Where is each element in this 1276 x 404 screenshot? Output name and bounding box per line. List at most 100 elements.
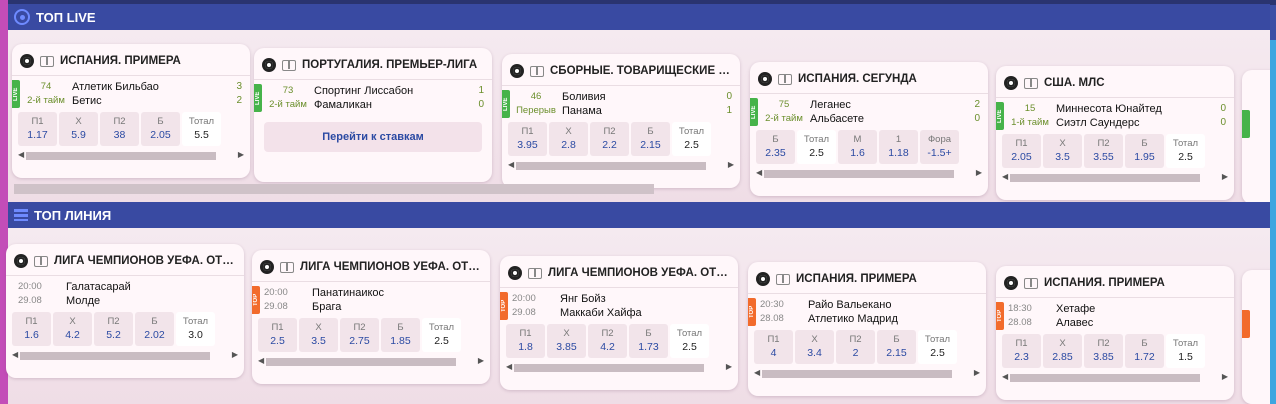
match-card[interactable]: ИСПАНИЯ. ПРИМЕРА TOP 20:30 28.08 Райо Вальек… [748,262,986,396]
field-icon[interactable] [528,267,542,279]
odd-cell[interactable]: П1 1.8 [506,324,545,358]
scroll-left-arrow-icon[interactable]: ◀ [12,350,18,359]
scroll-left-arrow-icon[interactable]: ◀ [258,356,264,365]
odd-cell[interactable]: Б 2.15 [877,330,916,364]
odd-cell[interactable]: Х 3.85 [547,324,586,358]
odd-cell[interactable]: Тотал 2.5 [797,130,836,164]
odds-scrollbar[interactable]: ◀ ▶ [1002,372,1228,384]
scroll-thumb[interactable] [1010,374,1200,382]
scroll-right-arrow-icon[interactable]: ▶ [726,362,732,371]
odd-cell[interactable]: Фора -1.5+ [920,130,959,164]
scroll-right-arrow-icon[interactable]: ▶ [478,356,484,365]
odd-cell[interactable]: Х 4.2 [53,312,92,346]
match-row[interactable]: TOP 20:00 29.08 Панатинаикос Брага [252,282,490,318]
odd-cell[interactable]: Х 3.4 [795,330,834,364]
odd-cell[interactable]: Б 2.35 [756,130,795,164]
match-card[interactable]: ИСПАНИЯ. ПРИМЕРА TOP 18:30 28.08 Хетафе Алаве… [996,266,1234,400]
field-icon[interactable] [778,73,792,85]
league-name[interactable]: ИСПАНИЯ. ПРИМЕРА [1044,277,1165,289]
odd-cell[interactable]: Б 1.73 [629,324,668,358]
field-icon[interactable] [1024,277,1038,289]
odd-cell[interactable]: М 1.6 [838,130,877,164]
odds-scrollbar[interactable]: ◀ ▶ [754,368,980,380]
odd-cell[interactable]: Б 1.95 [1125,134,1164,168]
field-icon[interactable] [1024,77,1038,89]
odd-cell[interactable]: Тотал 1.5 [1166,334,1205,368]
match-card[interactable]: ПОРТУГАЛИЯ. ПРЕМЬЕР-ЛИГА LIVE 73 2-й тайм Сп… [254,48,492,182]
scroll-thumb[interactable] [26,152,216,160]
odd-cell[interactable]: П2 2 [836,330,875,364]
odd-cell[interactable]: П1 1.17 [18,112,57,146]
match-card[interactable]: ИСПАНИЯ. ПРИМЕРА LIVE 74 2-й тайм Атлетик Би… [12,44,250,178]
odd-cell[interactable]: П1 4 [754,330,793,364]
match-row[interactable]: LIVE 75 2-й тайм Леганес Альбасете 2 0 [750,94,988,130]
match-row[interactable]: TOP 20:30 28.08 Райо Вальекано Атлетико Мадр… [748,294,986,330]
scroll-right-arrow-icon[interactable]: ▶ [976,168,982,177]
scroll-right-arrow-icon[interactable]: ▶ [238,150,244,159]
league-name[interactable]: СБОРНЫЕ. ТОВАРИЩЕСКИЕ М... [550,65,732,77]
odd-cell[interactable]: Тотал 3.0 [176,312,215,346]
odd-cell[interactable]: 1 1.18 [879,130,918,164]
odd-cell[interactable]: Х 2.8 [549,122,588,156]
match-card[interactable]: ЛИГА ЧЕМПИОНОВ УЕФА. ОТБОРО... 20:00 29.08… [6,244,244,378]
scroll-thumb[interactable] [762,370,952,378]
field-icon[interactable] [282,59,296,71]
odd-cell[interactable]: П1 1.6 [12,312,51,346]
match-card[interactable]: США. МЛС LIVE 15 1-й тайм Миннесота Юнайтед С… [996,66,1234,200]
odd-cell[interactable]: Х 3.5 [299,318,338,352]
scroll-left-arrow-icon[interactable]: ◀ [18,150,24,159]
league-name[interactable]: ИСПАНИЯ. СЕГУНДА [798,73,917,85]
match-row[interactable]: LIVE 73 2-й тайм Спортинг Лиссабон Фамаликан… [254,80,492,116]
live-horizontal-scrollbar[interactable] [14,184,654,194]
odd-cell[interactable]: П2 3.85 [1084,334,1123,368]
scroll-left-arrow-icon[interactable]: ◀ [754,368,760,377]
match-row[interactable]: LIVE 46 Перерыв Боливия Панама 0 1 [502,86,740,122]
match-row[interactable]: LIVE 74 2-й тайм Атлетик Бильбао Бетис 3 2 [12,76,250,112]
odd-cell[interactable]: Тотал 5.5 [182,112,221,146]
odd-cell[interactable]: Б 1.72 [1125,334,1164,368]
odds-scrollbar[interactable]: ◀ ▶ [506,362,732,374]
odd-cell[interactable]: Тотал 2.5 [918,330,957,364]
scroll-left-arrow-icon[interactable]: ◀ [508,160,514,169]
league-name[interactable]: США. МЛС [1044,77,1105,89]
field-icon[interactable] [776,273,790,285]
field-icon[interactable] [530,65,544,77]
odd-cell[interactable]: Тотал 2.5 [670,324,709,358]
odd-cell[interactable]: Тотал 2.5 [422,318,461,352]
field-icon[interactable] [40,55,54,67]
odd-cell[interactable]: Х 5.9 [59,112,98,146]
match-card[interactable]: ЛИГА ЧЕМПИОНОВ УЕФА. ОТБОРО... TOP 20:00 29… [252,250,490,384]
match-row[interactable]: TOP 20:00 29.08 Янг Бойз Маккаби Хайфа [500,288,738,324]
odd-cell[interactable]: Х 2.85 [1043,334,1082,368]
odd-cell[interactable]: Б 2.05 [141,112,180,146]
odds-scrollbar[interactable]: ◀ ▶ [18,150,244,162]
odd-cell[interactable]: П2 4.2 [588,324,627,358]
odd-cell[interactable]: Х 3.5 [1043,134,1082,168]
odd-cell[interactable]: П2 38 [100,112,139,146]
scroll-thumb[interactable] [514,364,704,372]
scroll-right-arrow-icon[interactable]: ▶ [974,368,980,377]
league-name[interactable]: ЛИГА ЧЕМПИОНОВ УЕФА. ОТБОРО... [54,255,236,267]
odds-scrollbar[interactable]: ◀ ▶ [756,168,982,180]
odds-scrollbar[interactable]: ◀ ▶ [12,350,238,362]
odd-cell[interactable]: П2 5.2 [94,312,133,346]
odd-cell[interactable]: П1 3.95 [508,122,547,156]
odd-cell[interactable]: Тотал 2.5 [672,122,711,156]
odd-cell[interactable]: П1 2.05 [1002,134,1041,168]
scroll-thumb[interactable] [516,162,706,170]
odd-cell[interactable]: Б 2.15 [631,122,670,156]
match-row[interactable]: 20:00 29.08 Галатасарай Молде [6,276,244,312]
field-icon[interactable] [34,255,48,267]
scroll-left-arrow-icon[interactable]: ◀ [1002,172,1008,181]
odd-cell[interactable]: П2 2.75 [340,318,379,352]
match-card[interactable]: СБОРНЫЕ. ТОВАРИЩЕСКИЕ М... LIVE 46 Перерыв Б… [502,54,740,188]
odd-cell[interactable]: П1 2.5 [258,318,297,352]
odd-cell[interactable]: П2 2.2 [590,122,629,156]
odd-cell[interactable]: Б 1.85 [381,318,420,352]
scroll-left-arrow-icon[interactable]: ◀ [506,362,512,371]
league-name[interactable]: ИСПАНИЯ. ПРИМЕРА [60,55,181,67]
scroll-thumb[interactable] [764,170,954,178]
odd-cell[interactable]: П1 2.3 [1002,334,1041,368]
go-to-bets-button[interactable]: Перейти к ставкам [264,122,482,152]
league-name[interactable]: ПОРТУГАЛИЯ. ПРЕМЬЕР-ЛИГА [302,59,477,71]
